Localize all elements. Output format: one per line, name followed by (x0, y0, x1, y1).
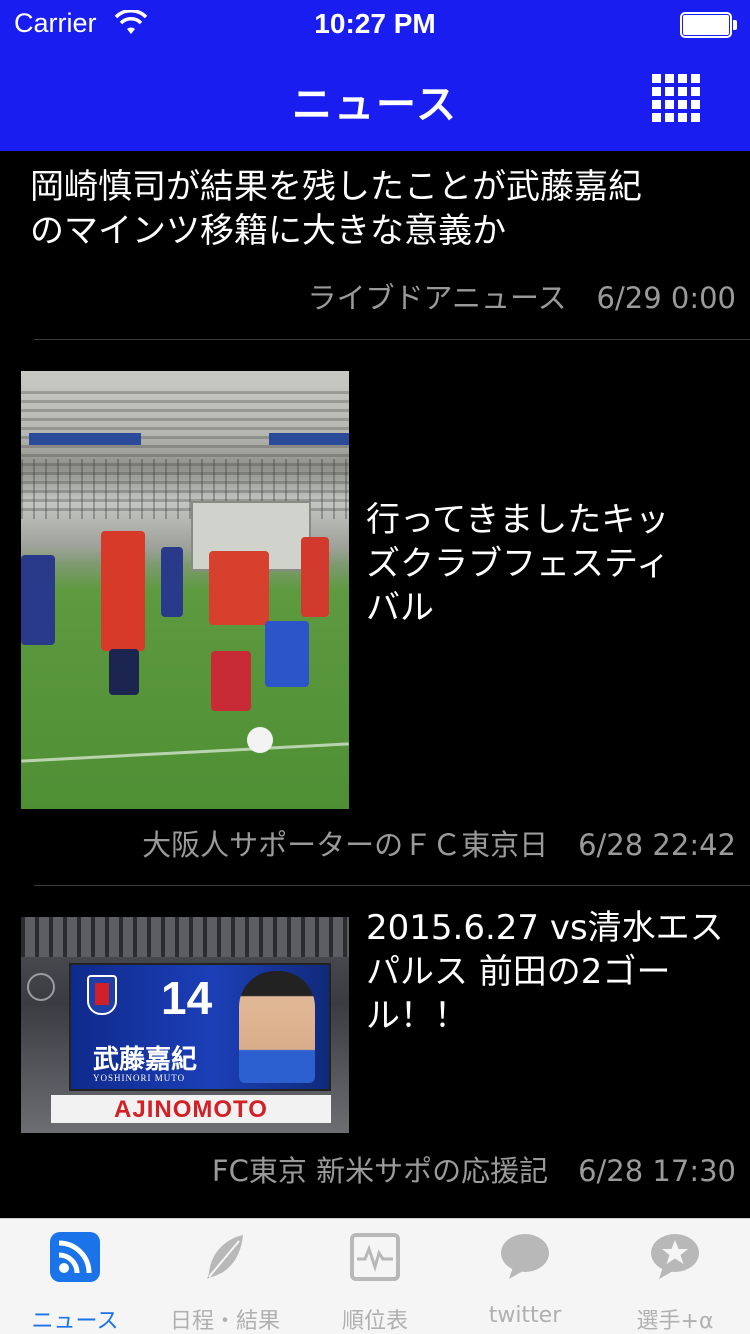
news-meta: ライブドアニュース 6/29 0:00 (308, 275, 736, 317)
news-source: FC東京 新米サポの応援記 (211, 1154, 549, 1188)
news-item[interactable]: 行ってきましたキッ ズクラブフェスティ バル 大阪人サポーターのＦＣ東京日 6/2… (0, 340, 750, 886)
news-meta: 大阪人サポーターのＦＣ東京日 6/28 22:42 (142, 822, 736, 864)
grid-menu-icon[interactable] (652, 74, 700, 122)
star-bubble-icon (651, 1234, 699, 1279)
news-thumbnail: 14 武藤嘉紀 YOSHINORI MUTO AJINOMOTO (21, 917, 349, 1133)
news-source: 大阪人サポーターのＦＣ東京日 (142, 828, 549, 862)
news-source: ライブドアニュース (307, 281, 567, 315)
feather-icon (207, 1235, 243, 1279)
news-date: 6/29 0:00 (596, 281, 736, 315)
tab-twitter[interactable]: twitter (450, 1219, 600, 1334)
tab-news[interactable]: ニュース (0, 1219, 150, 1334)
news-item[interactable]: 14 武藤嘉紀 YOSHINORI MUTO AJINOMOTO 2015.6.… (0, 886, 750, 1218)
news-meta: FC東京 新米サポの応援記 6/28 17:30 (212, 1148, 736, 1190)
tab-standings[interactable]: 順位表 (300, 1219, 450, 1334)
pulse-chart-icon (350, 1233, 400, 1281)
news-list: 岡崎慎司が結果を残したことが武藤嘉紀 のマインツ移籍に大きな意義か ライブドアニ… (0, 151, 750, 1218)
rss-icon (50, 1232, 100, 1282)
news-date: 6/28 22:42 (578, 828, 736, 862)
status-bar: Carrier 10:27 PM (0, 0, 750, 50)
fc-tokyo-emblem-icon (87, 975, 117, 1015)
tab-label: ニュース (31, 1309, 119, 1334)
page-title: ニュース (292, 82, 458, 128)
speech-bubble-icon (501, 1234, 549, 1279)
status-time: 10:27 PM (314, 8, 436, 39)
news-date: 6/28 17:30 (578, 1154, 736, 1188)
tab-bar: ニュース 日程・結果 順位表 twitter 選手+α (0, 1218, 750, 1334)
battery-icon (680, 12, 738, 38)
tab-schedule[interactable]: 日程・結果 (150, 1219, 300, 1334)
tab-label: 日程・結果 (169, 1309, 280, 1334)
tab-label: 順位表 (341, 1309, 408, 1334)
tab-label: twitter (488, 1303, 562, 1328)
tab-label: 選手+α (636, 1309, 714, 1334)
news-title: 2015.6.27 vs清水エス パルス 前田の2ゴー ル！！ (366, 908, 724, 1036)
news-title: 岡崎慎司が結果を残したことが武藤嘉紀 のマインツ移籍に大きな意義か (30, 167, 642, 251)
top-bar: Carrier 10:27 PM ニュース (0, 0, 750, 151)
news-item[interactable]: 岡崎慎司が結果を残したことが武藤嘉紀 のマインツ移籍に大きな意義か ライブドアニ… (0, 151, 750, 340)
tab-players[interactable]: 選手+α (600, 1219, 750, 1334)
news-title: 行ってきましたキッ ズクラブフェスティ バル (366, 500, 670, 628)
news-thumbnail (21, 371, 349, 809)
